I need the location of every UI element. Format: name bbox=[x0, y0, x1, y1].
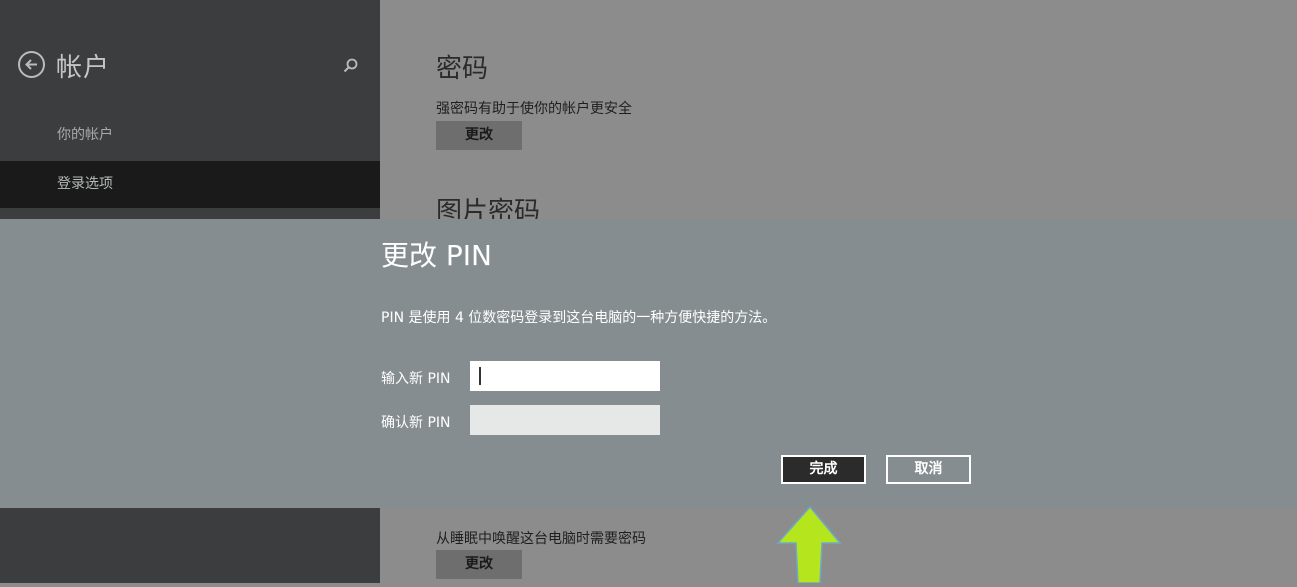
sidebar-item-signin-options[interactable]: 登录选项 bbox=[0, 161, 380, 208]
search-icon[interactable] bbox=[342, 57, 360, 75]
new-pin-label: 输入新 PIN bbox=[381, 371, 451, 387]
change-pin-dialog: 更改 PIN PIN 是使用 4 位数密码登录到这台电脑的一种方便快捷的方法。 … bbox=[0, 219, 1297, 508]
password-title: 密码 bbox=[436, 54, 489, 84]
password-desc: 强密码有助于使你的帐户更安全 bbox=[436, 101, 632, 117]
confirm-pin-label: 确认新 PIN bbox=[381, 415, 451, 431]
sidebar-item-your-account[interactable]: 你的帐户 bbox=[0, 112, 380, 159]
confirm-pin-input[interactable] bbox=[470, 405, 660, 435]
new-pin-input[interactable] bbox=[470, 361, 660, 391]
sidebar-title: 帐户 bbox=[56, 53, 111, 83]
up-arrow-annotation-icon bbox=[770, 505, 850, 584]
done-button[interactable]: 完成 bbox=[781, 455, 866, 484]
wake-change-button[interactable]: 更改 bbox=[436, 550, 522, 579]
cancel-button[interactable]: 取消 bbox=[886, 455, 971, 484]
text-caret bbox=[479, 367, 481, 385]
password-change-button[interactable]: 更改 bbox=[436, 121, 522, 150]
back-icon[interactable] bbox=[18, 51, 45, 78]
dialog-title: 更改 PIN bbox=[381, 239, 492, 272]
wake-password-desc: 从睡眠中唤醒这台电脑时需要密码 bbox=[436, 531, 646, 547]
dialog-description: PIN 是使用 4 位数密码登录到这台电脑的一种方便快捷的方法。 bbox=[381, 310, 777, 326]
